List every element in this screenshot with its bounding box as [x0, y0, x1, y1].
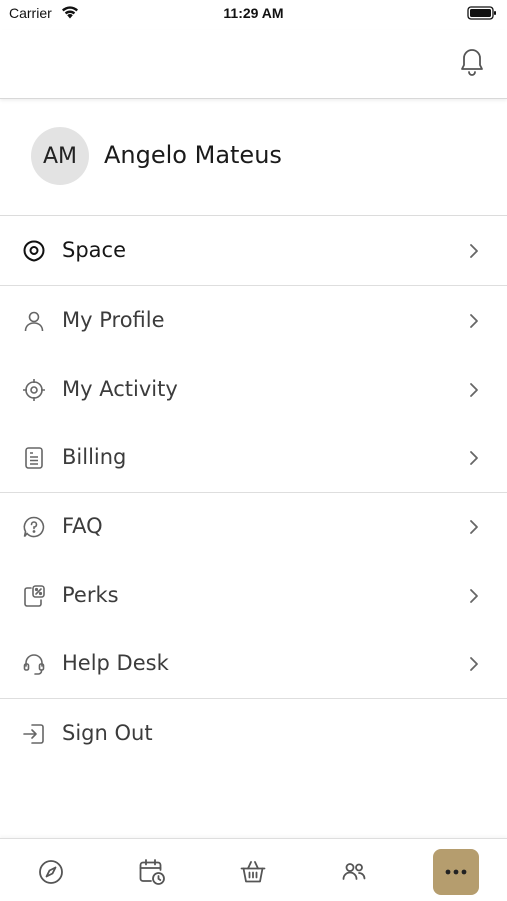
- menu-item-label: Space: [62, 238, 126, 262]
- headset-icon: [23, 654, 45, 675]
- calendar-clock-icon: [139, 859, 165, 885]
- menu-item-my-activity[interactable]: My Activity: [0, 357, 507, 423]
- avatar-initials: AM: [42, 143, 78, 169]
- status-time: 11:29 AM: [223, 5, 284, 21]
- tab-shop[interactable]: [230, 849, 276, 895]
- document-icon: [25, 447, 43, 469]
- chevron-right-icon: [470, 657, 478, 671]
- bottom-tab-bar: [0, 838, 507, 901]
- menu-item-billing[interactable]: Billing: [0, 425, 507, 491]
- avatar: AM: [31, 127, 89, 185]
- chevron-right-icon: [470, 520, 478, 534]
- chevron-right-icon: [470, 383, 478, 397]
- menu-item-label: Sign Out: [62, 721, 153, 745]
- more-dots-icon: [445, 869, 467, 875]
- person-icon: [24, 311, 44, 332]
- question-bubble-icon: [23, 516, 45, 538]
- menu-item-my-profile[interactable]: My Profile: [0, 288, 507, 354]
- menu-item-label: My Activity: [62, 377, 178, 401]
- chevron-right-icon: [470, 451, 478, 465]
- location-pin-icon: [23, 240, 45, 262]
- sign-out-icon: [23, 724, 44, 744]
- tab-explore[interactable]: [28, 849, 74, 895]
- menu-item-label: My Profile: [62, 308, 165, 332]
- discount-tag-icon: [24, 585, 45, 607]
- chevron-right-icon: [470, 244, 478, 258]
- tab-bookings[interactable]: [129, 849, 175, 895]
- profile-section: AM Angelo Mateus: [0, 100, 507, 216]
- menu-item-perks[interactable]: Perks: [0, 563, 507, 629]
- menu-item-space[interactable]: Space: [0, 218, 507, 284]
- people-icon: [342, 863, 366, 880]
- basket-icon: [240, 861, 266, 883]
- divider: [0, 698, 507, 699]
- target-icon: [23, 379, 45, 401]
- compass-icon: [39, 860, 63, 884]
- menu-item-label: Help Desk: [62, 651, 169, 675]
- menu-item-label: Billing: [62, 445, 127, 469]
- top-header: [0, 30, 507, 99]
- tab-more[interactable]: [433, 849, 479, 895]
- bell-icon[interactable]: [459, 46, 485, 76]
- user-name: Angelo Mateus: [104, 141, 282, 169]
- menu-item-label: FAQ: [62, 514, 103, 538]
- tab-community[interactable]: [331, 849, 377, 895]
- chevron-right-icon: [470, 589, 478, 603]
- menu-item-sign-out[interactable]: Sign Out: [0, 701, 507, 767]
- divider: [0, 285, 507, 286]
- chevron-right-icon: [470, 314, 478, 328]
- menu-item-faq[interactable]: FAQ: [0, 494, 507, 560]
- status-bar: Carrier 11:29 AM: [0, 0, 507, 30]
- menu-item-label: Perks: [62, 583, 119, 607]
- battery-icon: [467, 6, 496, 20]
- divider: [0, 492, 507, 493]
- menu-item-help-desk[interactable]: Help Desk: [0, 631, 507, 697]
